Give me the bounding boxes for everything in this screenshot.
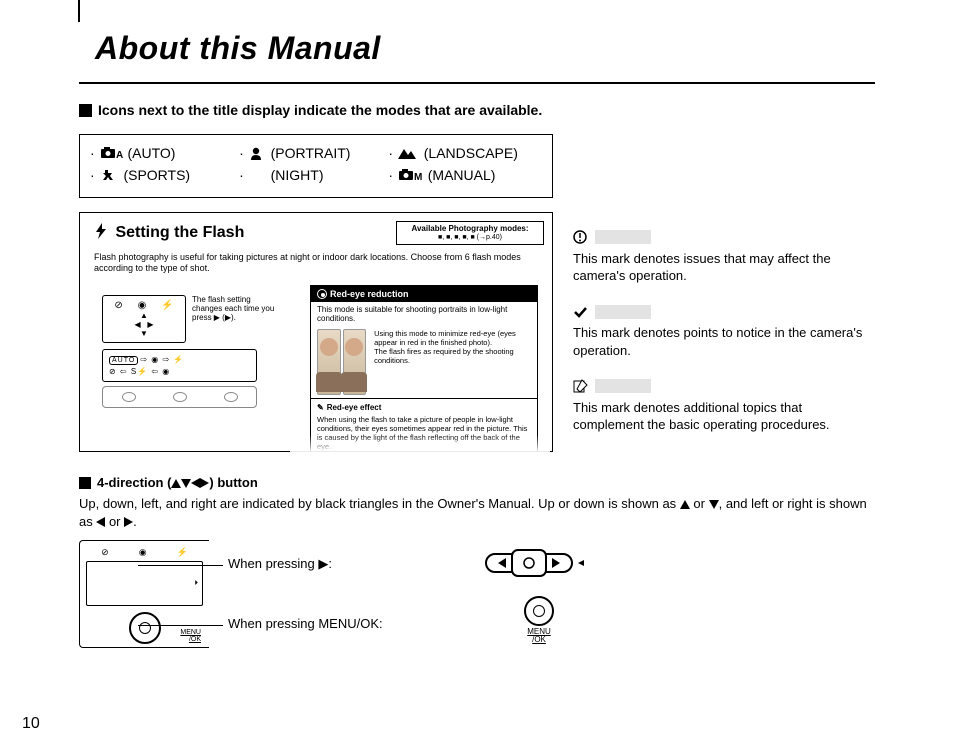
- check-text: This mark denotes points to notice in th…: [573, 324, 873, 359]
- up-arrow-icon: [680, 500, 690, 509]
- left-arrow-icon: [96, 517, 105, 527]
- flash-title-text: Setting the Flash: [115, 224, 244, 241]
- landscape-icon: [397, 146, 417, 163]
- lcd-note: The flash setting changes each time you …: [192, 295, 276, 323]
- memo-icon: [573, 379, 587, 393]
- memo-text: This mark denotes additional topics that…: [573, 399, 873, 434]
- available-modes-badge: Available Photography modes: ■, ■, ■, ■,…: [396, 221, 544, 245]
- camera-auto-icon: A: [99, 146, 121, 163]
- caution-text: This mark denotes issues that may affect…: [573, 250, 873, 285]
- redeye-panel: Red-eye reduction This mode is suitable …: [310, 285, 538, 453]
- bullet-square-icon: [79, 104, 92, 117]
- svg-text:A: A: [116, 150, 123, 161]
- modes-box: A (AUTO) (PORTRAIT) (LANDSCAPE) (SPORTS)…: [79, 134, 553, 198]
- flash-modes-panel: AUTO⇨ ◉ ⇨ ⚡ ⊘ ⇦ S⚡ ⇦ ◉: [102, 349, 257, 382]
- rocker-button-icon: [484, 548, 584, 578]
- bullet-square-icon: [79, 477, 91, 489]
- direction-body: Up, down, left, and right are indicated …: [79, 495, 875, 531]
- press-right-label: When pressing ▶:: [228, 556, 332, 572]
- camera-manual-icon: M: [397, 168, 421, 185]
- portrait-icon: [248, 146, 264, 163]
- right-arrow-icon: [124, 517, 133, 527]
- camera-top-illustration: [102, 386, 257, 408]
- page-number: 10: [22, 715, 40, 733]
- sports-icon: [99, 168, 117, 185]
- flash-diagram: Setting the Flash Available Photography …: [79, 212, 553, 452]
- icon-notes-column: This mark denotes issues that may affect…: [573, 228, 873, 452]
- page-title: About this Manual: [95, 30, 381, 67]
- down-arrow-icon: [709, 500, 719, 509]
- night-icon: [248, 168, 264, 185]
- memo-icon: ✎: [317, 403, 324, 412]
- redeye-icon: [317, 289, 327, 299]
- flash-description: Flash photography is useful for taking p…: [94, 252, 538, 275]
- flash-icon: [94, 223, 108, 244]
- check-icon: [573, 305, 587, 319]
- press-menu-label: When pressing MENU/OK:: [228, 616, 383, 631]
- svg-text:M: M: [414, 172, 422, 183]
- caution-icon: [573, 230, 587, 244]
- intro-line: Icons next to the title display indicate…: [79, 102, 542, 118]
- portrait-photos: [317, 329, 366, 395]
- menu-ok-button-icon: MENU/OK: [524, 596, 554, 644]
- camera-back-illustration: ⊘◉⚡ MENU/OK: [79, 540, 209, 648]
- direction-heading: 4-direction () button: [79, 475, 258, 490]
- lcd-area: ⊘◉⚡ ▲◀ ▶▼ The flash setting changes each…: [102, 295, 257, 408]
- redeye-note: Using this mode to minimize red-eye (eye…: [366, 329, 531, 395]
